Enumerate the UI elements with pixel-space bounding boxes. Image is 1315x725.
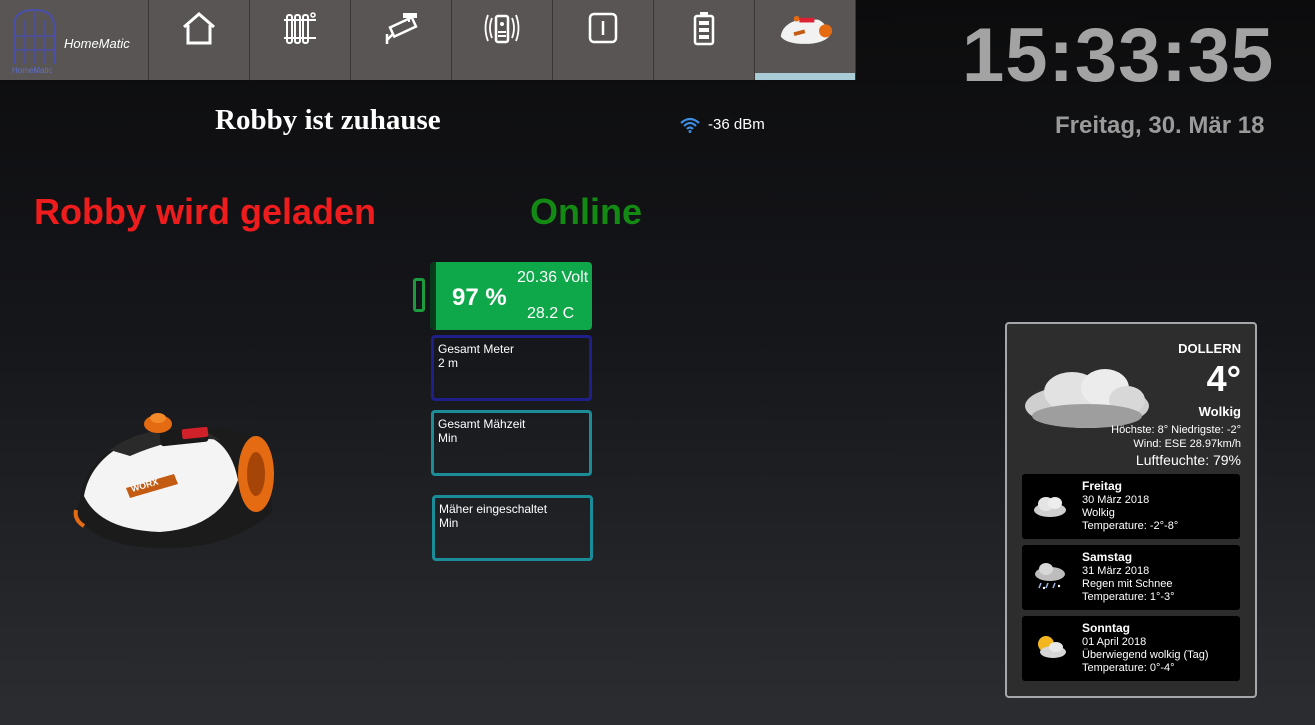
forecast-temperature: Temperature: 1°-3° <box>1082 591 1175 603</box>
top-nav: HomeMatic HomeMatic <box>0 0 856 80</box>
homematic-logo[interactable]: HomeMatic HomeMatic <box>0 0 149 80</box>
sun-cloud-icon <box>1038 636 1066 658</box>
total-meters-box: Gesamt Meter 2 m <box>431 335 592 401</box>
radiator-icon <box>284 12 316 44</box>
house-icon <box>183 12 215 45</box>
forecast-day-name: Sonntag <box>1082 621 1130 635</box>
clock: 15:33:35 <box>962 13 1275 98</box>
battery-voltage: 20.36 Volt <box>517 269 589 286</box>
weather-condition: Wolkig <box>1198 404 1241 419</box>
logo-label: HomeMatic <box>64 36 130 51</box>
wifi-icon <box>680 117 700 133</box>
mower-on-time-value: Min <box>439 516 459 530</box>
camera-icon <box>385 13 418 44</box>
logo-icon <box>13 8 55 64</box>
switch-icon <box>588 12 618 44</box>
weather-humidity: Luftfeuchte: 79% <box>1135 452 1241 468</box>
home-status: Robby ist zuhause <box>215 104 441 136</box>
rain-snow-icon <box>1035 563 1065 590</box>
mower-on-time-box: Mäher eingeschaltet Min <box>432 495 593 561</box>
total-mowing-time-value: Min <box>438 431 458 445</box>
cloud-icon <box>1034 497 1066 517</box>
battery-widget: 97 % 20.36 Volt 28.2 C <box>430 262 592 330</box>
forecast-condition: Regen mit Schnee <box>1082 578 1173 590</box>
nav-switch[interactable] <box>553 0 654 80</box>
total-mowing-time-title: Gesamt Mähzeit <box>438 417 526 431</box>
battery-icon <box>693 12 715 46</box>
logo-small-label: HomeMatic <box>12 66 53 75</box>
forecast-day-name: Samstag <box>1082 550 1133 564</box>
forecast-date: 30 März 2018 <box>1082 494 1150 506</box>
battery-percent: 97 % <box>452 284 507 311</box>
date: Freitag, 30. Mär 18 <box>1055 112 1265 139</box>
mower-on-time-title: Mäher eingeschaltet <box>439 502 548 516</box>
weather-city: DOLLERN <box>1178 341 1241 356</box>
total-mowing-time-box: Gesamt Mähzeit Min <box>431 410 592 476</box>
mower-icon <box>780 15 833 44</box>
weather-widget: DOLLERN 4° Wolkig Höchste: 8° Niedrigste… <box>1005 322 1257 698</box>
nav-battery[interactable] <box>654 0 755 80</box>
nav-remote[interactable] <box>452 0 553 80</box>
forecast-condition: Wolkig <box>1082 507 1115 519</box>
weather-hilo: Höchste: 8° Niedrigste: -2° <box>1111 424 1241 436</box>
weather-wind: Wind: ESE 28.97km/h <box>1133 438 1241 450</box>
forecast-condition: Überwiegend wolkig (Tag) <box>1082 649 1209 661</box>
forecast-temperature: Temperature: 0°-4° <box>1082 662 1175 674</box>
forecast-day-1: Freitag 30 März 2018 Wolkig Temperature:… <box>1022 474 1240 539</box>
weather-temperature: 4° <box>1206 358 1241 399</box>
total-meters-value: 2 m <box>438 356 459 370</box>
total-meters-title: Gesamt Meter <box>438 342 515 356</box>
nav-camera[interactable] <box>351 0 452 80</box>
battery-temperature: 28.2 C <box>527 305 575 322</box>
wifi-status: -36 dBm <box>680 116 765 133</box>
forecast-temperature: Temperature: -2°-8° <box>1082 520 1179 532</box>
forecast-day-2: Samstag 31 März 2018 Regen mit Schnee Te… <box>1022 545 1240 610</box>
online-status: Online <box>530 191 643 232</box>
nav-home[interactable] <box>149 0 250 80</box>
nav-mower[interactable] <box>755 0 856 80</box>
forecast-day-3: Sonntag 01 April 2018 Überwiegend wolkig… <box>1022 616 1240 681</box>
battery-nub <box>413 278 425 312</box>
forecast-date: 31 März 2018 <box>1082 565 1150 577</box>
forecast-date: 01 April 2018 <box>1082 636 1147 648</box>
forecast-day-name: Freitag <box>1082 479 1123 493</box>
mower-image: WORX <box>73 413 274 549</box>
nav-heating[interactable] <box>250 0 351 80</box>
charging-status: Robby wird geladen <box>34 191 377 232</box>
remote-icon <box>484 14 520 44</box>
wifi-signal: -36 dBm <box>708 116 765 133</box>
